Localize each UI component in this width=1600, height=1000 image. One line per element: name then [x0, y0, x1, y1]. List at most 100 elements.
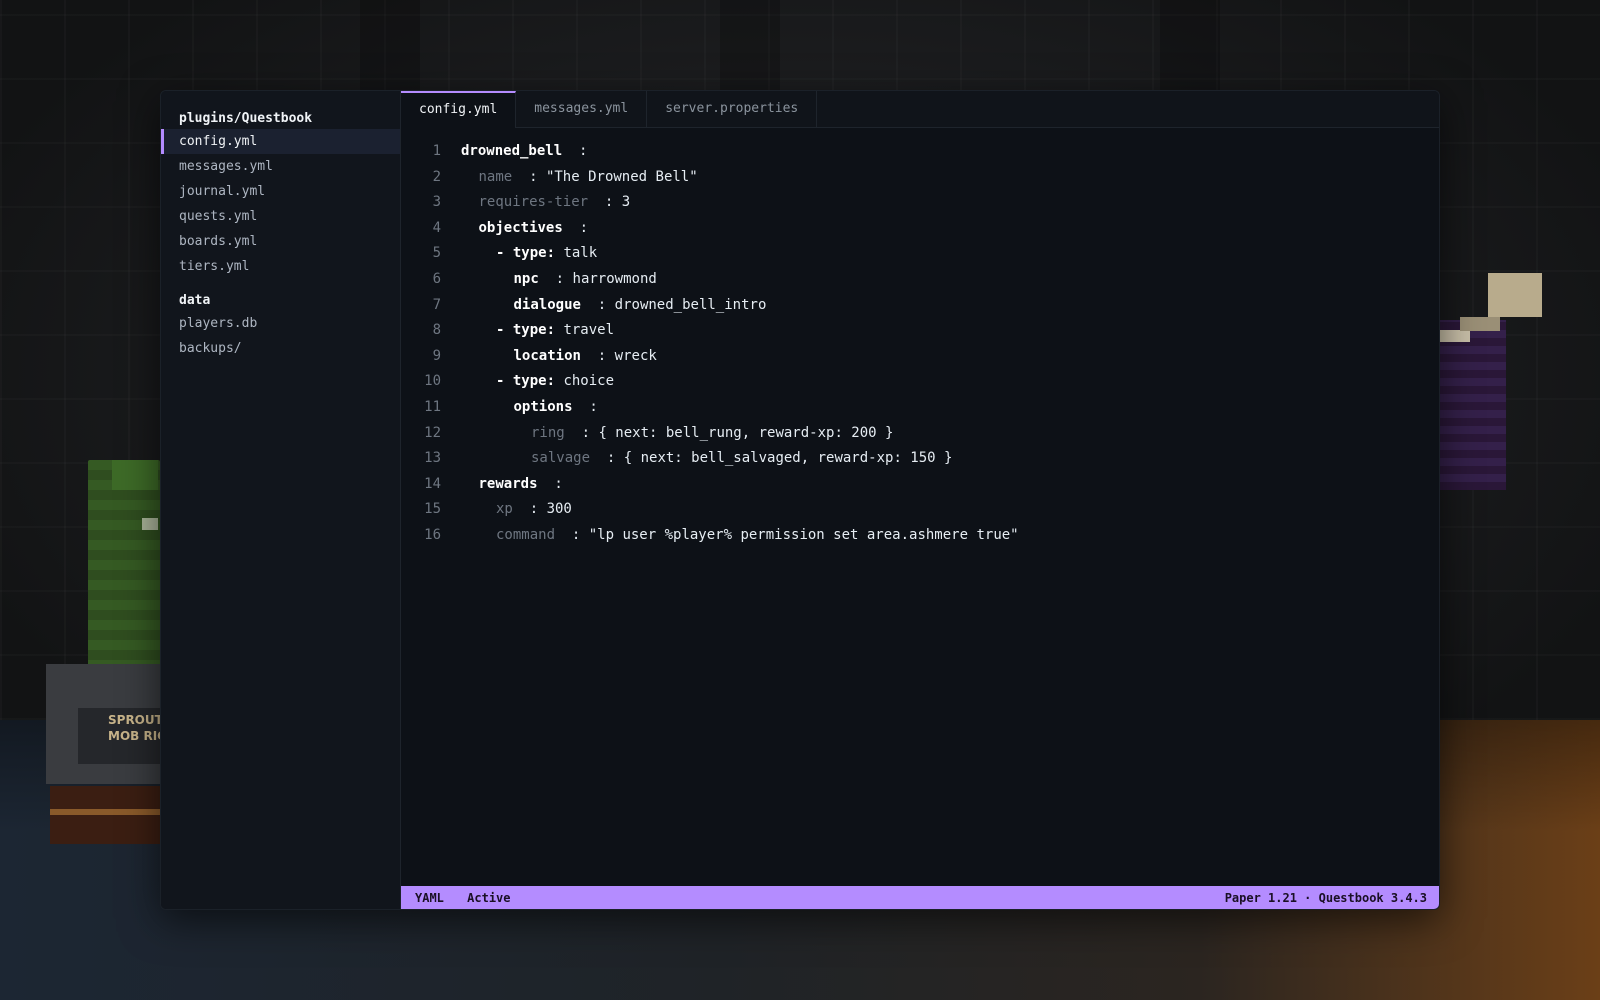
- code-content: location : wreck: [461, 344, 657, 370]
- code-line[interactable]: 13 salvage : { next: bell_salvaged, rewar…: [401, 446, 1439, 472]
- yaml-key: - type:: [496, 373, 556, 390]
- green-mob-eye: [142, 518, 158, 530]
- stair-step: [1460, 317, 1500, 331]
- yaml-separator: :: [537, 475, 563, 492]
- green-mob-head: [112, 460, 158, 490]
- status-language[interactable]: YAML: [415, 891, 444, 905]
- code-line[interactable]: 6 npc : harrowmond: [401, 267, 1439, 293]
- line-number: 8: [432, 322, 441, 339]
- sidebar-file-item[interactable]: messages.yml: [161, 154, 400, 179]
- yaml-key: objectives: [478, 219, 563, 236]
- line-number: 1: [432, 143, 441, 159]
- sidebar-file-item[interactable]: quests.yml: [161, 204, 400, 229]
- yaml-key: npc: [513, 270, 539, 287]
- code-line[interactable]: 8 - type: travel: [401, 318, 1439, 344]
- yaml-key: dialogue: [513, 296, 581, 313]
- yaml-value: choice: [563, 373, 615, 390]
- code-line[interactable]: 9 location : wreck: [401, 344, 1439, 370]
- yaml-value: 300: [546, 501, 572, 518]
- sidebar-file-item[interactable]: backups/: [161, 336, 400, 361]
- line-number: 6: [432, 270, 441, 287]
- line-number: 3: [432, 194, 441, 211]
- code-line[interactable]: 12 ring : { next: bell_rung, reward-xp: 2…: [401, 421, 1439, 447]
- sidebar-file-item[interactable]: journal.yml: [161, 179, 400, 204]
- code-line[interactable]: 4 objectives :: [401, 216, 1439, 242]
- yaml-separator: :: [512, 501, 547, 518]
- yaml-key: location: [513, 347, 581, 364]
- status-bar: YAML Active Paper 1.21 · Questbook 3.4.3: [401, 886, 1439, 909]
- sign-text: SPROUT MOB RIG: [108, 712, 167, 744]
- tab-bar: config.yml messages.yml server.properties: [401, 91, 1439, 128]
- yaml-value: drowned_bell_intro: [614, 296, 767, 313]
- sign-line-1: SPROUT: [108, 713, 163, 727]
- status-version: Paper 1.21 · Questbook 3.4.3: [1224, 891, 1427, 905]
- line-number: 10: [424, 373, 441, 390]
- wooden-crate: [50, 786, 160, 844]
- code-content: - type: choice: [461, 369, 614, 395]
- yaml-separator: :: [572, 398, 598, 415]
- code-line[interactable]: 1 drowned_bell :: [401, 139, 1439, 165]
- code-line[interactable]: 11 options :: [401, 395, 1439, 421]
- code-line[interactable]: 5 - type: talk: [401, 241, 1439, 267]
- code-editor[interactable]: 1 drowned_bell : 2 name : "The Drowned Bell…: [401, 129, 1439, 873]
- green-mob-statue: [88, 460, 160, 680]
- tab-server-properties[interactable]: server.properties: [647, 91, 818, 128]
- sidebar-file-item[interactable]: config.yml: [161, 129, 400, 154]
- yaml-separator: :: [512, 168, 546, 185]
- yaml-key: drowned_bell: [461, 143, 563, 159]
- purple-stairs: [1440, 320, 1506, 490]
- code-line[interactable]: 3 requires-tier : 3: [401, 190, 1439, 216]
- code-content: xp : 300: [461, 497, 572, 523]
- line-number: 13: [424, 450, 441, 467]
- code-line[interactable]: 16 command : "lp user %player% permission…: [401, 523, 1439, 549]
- yaml-key: name: [478, 168, 513, 185]
- code-content: - type: talk: [461, 241, 597, 267]
- line-number: 15: [424, 501, 441, 518]
- sidebar-section-title[interactable]: data: [161, 291, 400, 311]
- yaml-separator: :: [555, 526, 589, 543]
- code-line[interactable]: 14 rewards :: [401, 472, 1439, 498]
- code-content: - type: travel: [461, 318, 614, 344]
- line-number: 11: [424, 398, 441, 415]
- yaml-value: 3: [621, 194, 631, 211]
- sidebar-file-item[interactable]: tiers.yml: [161, 254, 400, 279]
- yaml-value: "The Drowned Bell": [545, 168, 698, 185]
- code-line[interactable]: 10 - type: choice: [401, 369, 1439, 395]
- stair-edge: [1440, 330, 1470, 342]
- code-content: requires-tier : 3: [461, 190, 631, 216]
- yaml-key: requires-tier: [478, 194, 589, 211]
- code-content: objectives :: [461, 216, 589, 242]
- yaml-key: rewards: [478, 475, 538, 492]
- sign-line-2: MOB RIG: [108, 729, 168, 743]
- code-content: dialogue : drowned_bell_intro: [461, 293, 767, 319]
- code-line[interactable]: 7 dialogue : drowned_bell_intro: [401, 293, 1439, 319]
- yaml-key: xp: [496, 501, 513, 518]
- editor-window: plugins/Questbook config.yml messages.yml j…: [160, 90, 1440, 910]
- tab-messages-yml[interactable]: messages.yml: [516, 91, 648, 128]
- line-number: 7: [432, 296, 441, 313]
- yaml-separator: :: [590, 450, 624, 467]
- tab-config-yml[interactable]: config.yml: [401, 91, 517, 128]
- sidebar-file-item[interactable]: players.db: [161, 311, 400, 336]
- yaml-key: - type:: [496, 245, 556, 262]
- code-line[interactable]: 2 name : "The Drowned Bell": [401, 165, 1439, 191]
- code-content: command : "lp user %player% permission s…: [461, 523, 1019, 549]
- yaml-key: - type:: [496, 322, 556, 339]
- code-content: options :: [461, 395, 598, 421]
- yaml-value: travel: [563, 322, 615, 339]
- yaml-key: command: [496, 526, 556, 543]
- code-line[interactable]: 15 xp : 300: [401, 497, 1439, 523]
- yaml-value: harrowmond: [572, 270, 657, 287]
- sidebar-section-title[interactable]: plugins/Questbook: [161, 109, 400, 129]
- code-content: name : "The Drowned Bell": [461, 165, 698, 191]
- yaml-key: options: [513, 398, 573, 415]
- stair-top-block: [1488, 273, 1542, 317]
- yaml-separator: :: [564, 424, 599, 441]
- yaml-separator: :: [580, 296, 615, 313]
- line-number: 9: [432, 347, 441, 364]
- code-content: rewards :: [461, 472, 563, 498]
- code-content: salvage : { next: bell_salvaged, reward-…: [461, 446, 952, 472]
- sidebar-file-item[interactable]: boards.yml: [161, 229, 400, 254]
- line-number: 12: [424, 424, 441, 441]
